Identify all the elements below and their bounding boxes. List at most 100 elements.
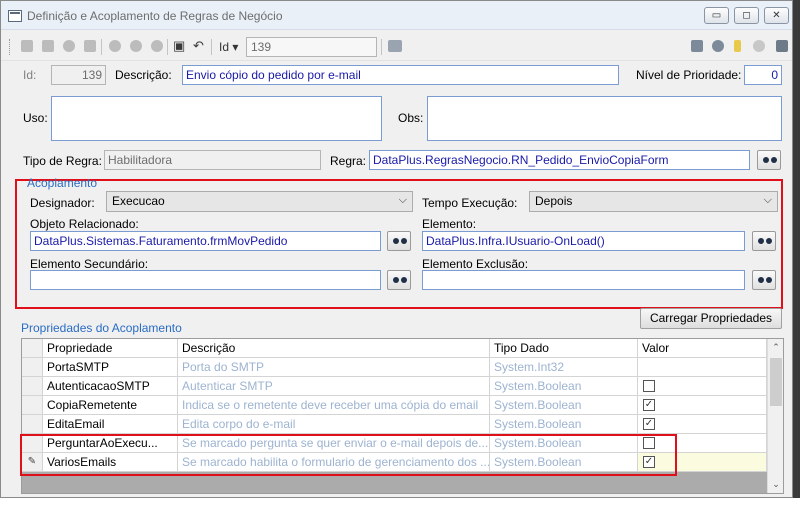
grid-view-icon[interactable] (388, 40, 402, 52)
valor-checkbox[interactable] (643, 380, 655, 392)
save-icon[interactable]: ▣ (173, 38, 185, 54)
binoculars-icon (393, 276, 407, 285)
scroll-up-icon[interactable]: ⌃ (768, 339, 783, 356)
elemento-exclusao-lookup-button[interactable] (752, 270, 776, 290)
grid-vertical-scrollbar[interactable]: ⌃ ⌄ (767, 339, 783, 493)
report-icon[interactable] (691, 40, 703, 52)
objeto-relacionado-label: Objeto Relacionado: (30, 217, 139, 231)
elemento-field[interactable]: DataPlus.Infra.IUsuario-OnLoad() (422, 231, 745, 251)
table-row[interactable]: EditaEmail Edita corpo do e-mail System.Bo… (22, 415, 767, 434)
elemento-secundario-lookup-button[interactable] (387, 270, 411, 290)
window-title: Definição e Acoplamento de Regras de Neg… (27, 9, 283, 23)
cell-tipo-dado[interactable]: System.Boolean (490, 415, 638, 434)
background-strip (0, 498, 800, 513)
chevron-down-icon: ⌵ (763, 194, 772, 206)
rows-highlight-box (20, 434, 677, 476)
toolbar-grip[interactable] (9, 39, 12, 55)
close-button[interactable]: ✕ (764, 7, 789, 24)
add-icon[interactable] (109, 40, 121, 52)
menu-icon[interactable] (776, 40, 788, 52)
tipo-regra-field: Habilitadora (104, 150, 321, 170)
cell-tipo-dado[interactable]: System.Boolean (490, 377, 638, 396)
valor-checkbox[interactable]: ✓ (643, 399, 655, 411)
descricao-field[interactable]: Envio cópio do pedido por e-mail (182, 65, 619, 85)
scroll-thumb[interactable] (770, 358, 782, 406)
cell-descricao[interactable]: Autenticar SMTP (178, 377, 490, 396)
valor-checkbox[interactable]: ✓ (643, 418, 655, 430)
minimize-icon: ▭ (711, 10, 722, 21)
cell-descricao[interactable]: Edita corpo do e-mail (178, 415, 490, 434)
column-header-valor[interactable]: Valor (638, 339, 767, 358)
cell-valor[interactable]: ✓ (638, 396, 767, 415)
designador-value: Execucao (112, 194, 165, 208)
regra-label: Regra: (330, 154, 367, 168)
regra-lookup-button[interactable] (757, 150, 781, 170)
prioridade-label: Nível de Prioridade: (636, 68, 742, 82)
tempo-execucao-dropdown[interactable]: Depois ⌵ (529, 191, 778, 212)
binoculars-icon (763, 156, 777, 165)
objeto-relacionado-field[interactable]: DataPlus.Sistemas.Faturamento.frmMovPedi… (30, 231, 381, 251)
tipo-regra-label: Tipo de Regra: (23, 154, 102, 168)
carregar-propriedades-button[interactable]: Carregar Propriedades (640, 308, 782, 329)
settings-icon[interactable] (712, 40, 724, 52)
cell-propriedade[interactable]: CopiaRemetente (43, 396, 178, 415)
row-indicator[interactable] (22, 415, 43, 434)
note-icon[interactable] (734, 40, 741, 52)
column-header-descricao[interactable]: Descrição (178, 339, 490, 358)
background-strip (793, 0, 800, 498)
column-header-tipo-dado[interactable]: Tipo Dado (490, 339, 638, 358)
toolbar-id-field[interactable]: 139 (246, 37, 377, 57)
new-record-icon[interactable] (21, 40, 33, 52)
prioridade-field[interactable]: 0 (744, 65, 782, 85)
delete-icon[interactable] (151, 40, 163, 52)
maximize-icon: ◻ (742, 10, 751, 21)
maximize-button[interactable]: ◻ (734, 7, 759, 24)
cell-tipo-dado[interactable]: System.Int32 (490, 358, 638, 377)
toolbar-id-label: Id ▾ (219, 40, 239, 54)
elemento-secundario-field[interactable] (30, 270, 381, 290)
id-label: Id: (23, 68, 37, 82)
cell-valor[interactable]: ✓ (638, 415, 767, 434)
undo-icon[interactable]: ↶ (193, 38, 204, 54)
regra-field[interactable]: DataPlus.RegrasNegocio.RN_Pedido_EnvioCo… (369, 150, 750, 170)
edit-icon[interactable] (130, 40, 142, 52)
column-header-propriedade[interactable]: Propriedade (43, 339, 178, 358)
propriedades-title: Propriedades do Acoplamento (21, 321, 182, 335)
main-window: Definição e Acoplamento de Regras de Neg… (0, 0, 793, 498)
designador-dropdown[interactable]: Execucao ⌵ (106, 191, 413, 212)
export-icon[interactable] (84, 40, 96, 52)
grid-corner (22, 339, 43, 358)
tempo-execucao-label: Tempo Execução: (422, 196, 518, 210)
copy-record-icon[interactable] (42, 40, 54, 52)
toolbar-separator (211, 39, 212, 55)
obs-field[interactable] (427, 96, 782, 141)
minimize-button[interactable]: ▭ (704, 7, 729, 24)
cell-propriedade[interactable]: PortaSMTP (43, 358, 178, 377)
table-row[interactable]: CopiaRemetente Indica se o remetente deve… (22, 396, 767, 415)
elemento-lookup-button[interactable] (752, 231, 776, 251)
cell-descricao[interactable]: Indica se o remetente deve receber uma c… (178, 396, 490, 415)
cell-descricao[interactable]: Porta do SMTP (178, 358, 490, 377)
cell-tipo-dado[interactable]: System.Boolean (490, 396, 638, 415)
row-indicator[interactable] (22, 358, 43, 377)
toolbar-separator (101, 39, 102, 55)
chevron-down-icon: ⌵ (398, 194, 407, 206)
user-icon[interactable] (753, 40, 765, 52)
print-icon[interactable] (63, 40, 75, 52)
cell-valor[interactable] (638, 377, 767, 396)
row-indicator[interactable] (22, 396, 43, 415)
table-row[interactable]: PortaSMTP Porta do SMTP System.Int32 (22, 358, 767, 377)
scroll-down-icon[interactable]: ⌄ (768, 476, 783, 493)
row-indicator[interactable] (22, 377, 43, 396)
uso-field[interactable] (51, 96, 382, 141)
cell-propriedade[interactable]: EditaEmail (43, 415, 178, 434)
elemento-secundario-label: Elemento Secundário: (30, 257, 149, 271)
uso-label: Uso: (23, 111, 48, 125)
elemento-exclusao-field[interactable] (422, 270, 745, 290)
cell-propriedade[interactable]: AutenticacaoSMTP (43, 377, 178, 396)
binoculars-icon (758, 276, 772, 285)
objeto-lookup-button[interactable] (387, 231, 411, 251)
table-row[interactable]: AutenticacaoSMTP Autenticar SMTP System.Bo… (22, 377, 767, 396)
elemento-label: Elemento: (422, 217, 477, 231)
cell-valor[interactable] (638, 358, 767, 377)
